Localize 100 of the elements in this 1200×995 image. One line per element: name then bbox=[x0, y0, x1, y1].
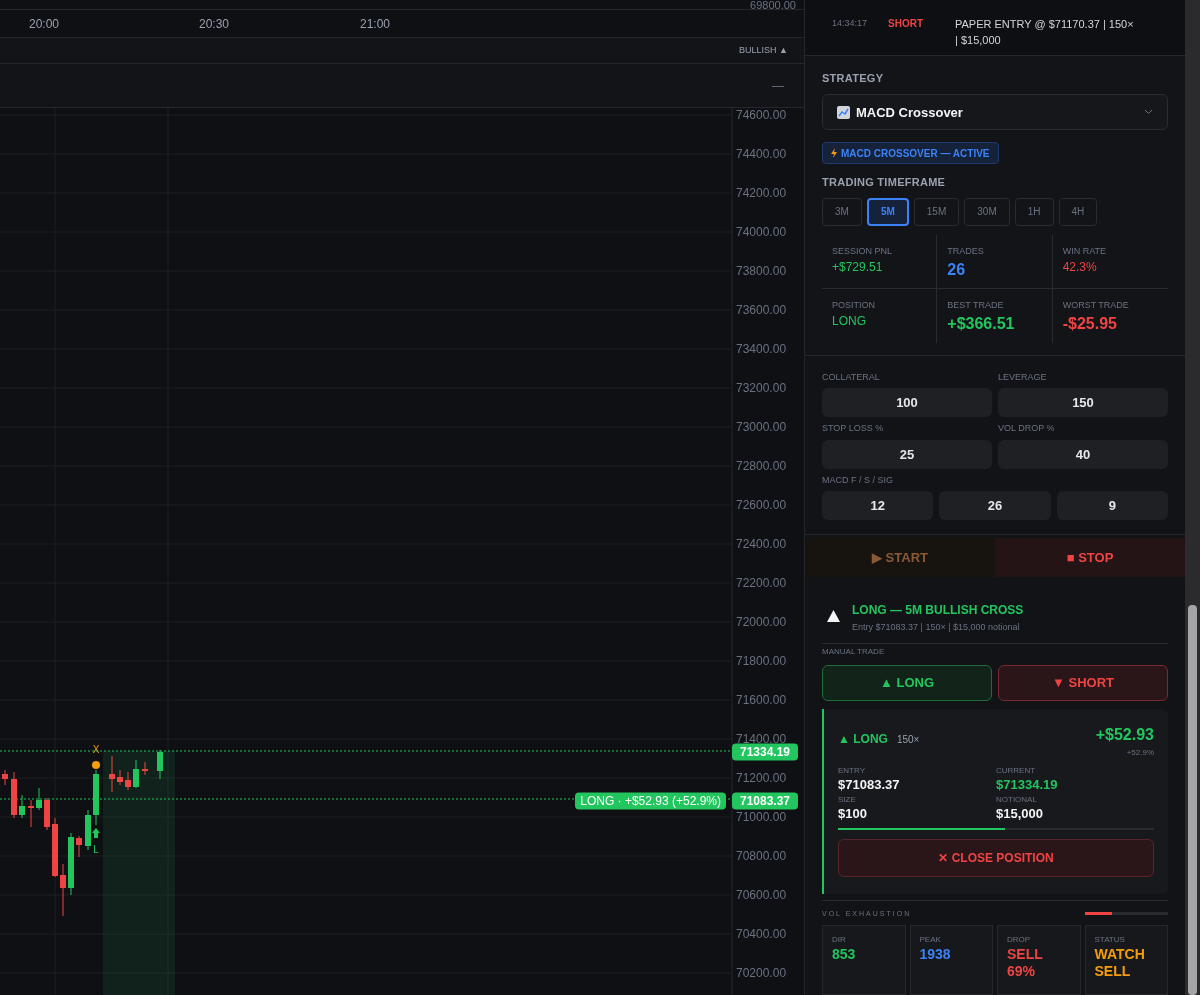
section-heading: STRATEGY bbox=[822, 70, 885, 86]
timeframe-tab[interactable]: 4H bbox=[1058, 197, 1098, 226]
stat-value: +$366.51 bbox=[947, 314, 1016, 335]
candlestick bbox=[85, 809, 91, 851]
stat-label: TRADES bbox=[947, 244, 985, 258]
candlestick bbox=[133, 759, 139, 789]
candlestick bbox=[2, 769, 8, 786]
stat-value: SELL 69% bbox=[1007, 946, 1044, 980]
time-label: 20:00 bbox=[29, 16, 59, 33]
stat-label: DROP bbox=[1007, 934, 1032, 946]
price-axis-label: 71400.00 bbox=[736, 732, 787, 746]
field-label: MACD F / S / SIG bbox=[822, 473, 894, 487]
short-button[interactable]: ▼ SHORT bbox=[998, 664, 1168, 701]
lightning-icon bbox=[831, 148, 837, 159]
price-axis-label: 73400.00 bbox=[736, 342, 787, 356]
stat-value: LONG bbox=[832, 313, 867, 331]
timeframe-tab[interactable]: 30M bbox=[964, 197, 1010, 226]
stat-value: 1938 bbox=[919, 946, 952, 963]
long-button[interactable]: ▲ LONG bbox=[822, 664, 992, 701]
strategy-select[interactable]: MACD Crossover bbox=[822, 94, 1168, 131]
section-heading: MANUAL TRADE bbox=[822, 645, 886, 658]
candlestick bbox=[60, 863, 66, 917]
number-field[interactable]: 40 bbox=[998, 439, 1168, 469]
stat-label: SESSION PNL bbox=[832, 244, 894, 258]
price-axis-label: 70800.00 bbox=[736, 849, 787, 863]
number-field[interactable]: 100 bbox=[822, 388, 992, 418]
leverage-text: 150× bbox=[896, 732, 920, 747]
timeframe-tab[interactable]: 3M bbox=[822, 197, 862, 226]
time-label: 21:00 bbox=[360, 16, 390, 33]
price-axis-label: 72800.00 bbox=[736, 459, 787, 473]
stat-label: PEAK bbox=[919, 934, 942, 946]
up-triangle-icon bbox=[827, 610, 840, 622]
number-field[interactable]: 150 bbox=[998, 388, 1168, 418]
chart-icon bbox=[837, 105, 850, 119]
stat-value: -$25.95 bbox=[1062, 314, 1118, 335]
price-axis-label: 70600.00 bbox=[736, 888, 787, 902]
price-axis-label: 72000.00 bbox=[736, 615, 787, 629]
price-axis-label: 71200.00 bbox=[736, 771, 787, 785]
candlestick bbox=[68, 832, 74, 896]
price-axis-label: 71000.00 bbox=[736, 810, 787, 824]
field-label: ENTRY bbox=[838, 764, 866, 777]
stat-label: POSITION bbox=[832, 298, 876, 312]
field-label: VOL DROP % bbox=[998, 422, 1056, 436]
stop-button[interactable]: ■ STOP bbox=[995, 538, 1185, 577]
scrollbar-thumb[interactable] bbox=[1188, 605, 1197, 995]
field-label: LEVERAGE bbox=[998, 370, 1048, 384]
price-axis-label: 70200.00 bbox=[736, 966, 787, 980]
stat-value: 853 bbox=[832, 946, 857, 963]
price-axis-label: 72400.00 bbox=[736, 537, 787, 551]
candlestick bbox=[36, 787, 42, 811]
number-field[interactable]: 12 bbox=[822, 491, 934, 521]
signal-dot bbox=[92, 761, 100, 769]
timeframe-tab[interactable]: 1H bbox=[1014, 197, 1054, 226]
stat-value: WATCH SELL bbox=[1094, 946, 1145, 980]
collapse-button[interactable]: — bbox=[772, 76, 784, 95]
stat-value: 26 bbox=[947, 260, 967, 281]
signal-detail: Entry $71083.37 | 150× | $15,000 notional bbox=[852, 621, 1021, 634]
stat-label: DIR bbox=[832, 934, 847, 946]
position-side: ▲ LONG bbox=[838, 730, 888, 748]
candlestick bbox=[52, 817, 58, 878]
pnl-percent: +52.9% bbox=[1126, 746, 1154, 759]
field-label: NOTIONAL bbox=[996, 793, 1038, 806]
stat-value: 42.3% bbox=[1062, 259, 1098, 277]
candlestick bbox=[157, 749, 163, 780]
candlestick bbox=[109, 755, 115, 793]
price-axis-label: 74400.00 bbox=[736, 147, 787, 161]
trend-label: BULLISH ▲ bbox=[739, 43, 788, 57]
candlestick bbox=[142, 761, 148, 776]
position-label: LONG · +$52.93 (+52.9%) bbox=[575, 792, 726, 810]
field-label: SIZE bbox=[838, 793, 857, 806]
stat-label: WIN RATE bbox=[1062, 244, 1107, 258]
pnl-value: +$52.93 bbox=[1095, 724, 1154, 745]
field-label: COLLATERAL bbox=[822, 370, 881, 384]
price-axis-label: 74200.00 bbox=[736, 186, 787, 200]
scrollbar[interactable] bbox=[1185, 0, 1200, 995]
price-axis-label: 69800.00 bbox=[750, 0, 797, 9]
price-axis-label: 72200.00 bbox=[736, 576, 787, 590]
candlestick bbox=[19, 794, 25, 819]
field-value: $15,000 bbox=[996, 805, 1044, 821]
timeframe-tab[interactable]: 15M bbox=[913, 197, 960, 226]
close-position-button[interactable]: ✕ CLOSE POSITION bbox=[838, 838, 1154, 877]
field-value: $71334.19 bbox=[996, 776, 1059, 792]
signal-title: LONG — 5M BULLISH CROSS bbox=[852, 602, 1024, 619]
candlestick bbox=[117, 769, 123, 786]
price-axis-label: 73000.00 bbox=[736, 420, 787, 434]
marker-label: X bbox=[92, 745, 100, 755]
price-tag: 71083.37 bbox=[732, 792, 798, 810]
number-field[interactable]: 26 bbox=[939, 491, 1051, 521]
candlestick bbox=[125, 771, 131, 791]
price-axis-label: 74000.00 bbox=[736, 225, 787, 239]
number-field[interactable]: 9 bbox=[1056, 491, 1168, 521]
time-label: 20:30 bbox=[199, 16, 229, 33]
timeframe-tab[interactable]: 5M bbox=[866, 197, 909, 226]
price-axis-label: 73800.00 bbox=[736, 264, 787, 278]
price-axis-label: 72600.00 bbox=[736, 498, 787, 512]
price-axis-label: 71800.00 bbox=[736, 654, 787, 668]
log-time: 14:34:17 bbox=[832, 17, 869, 30]
badge-text: MACD CROSSOVER — ACTIVE bbox=[841, 146, 990, 161]
candlestick bbox=[76, 835, 82, 858]
number-field[interactable]: 25 bbox=[822, 439, 992, 469]
